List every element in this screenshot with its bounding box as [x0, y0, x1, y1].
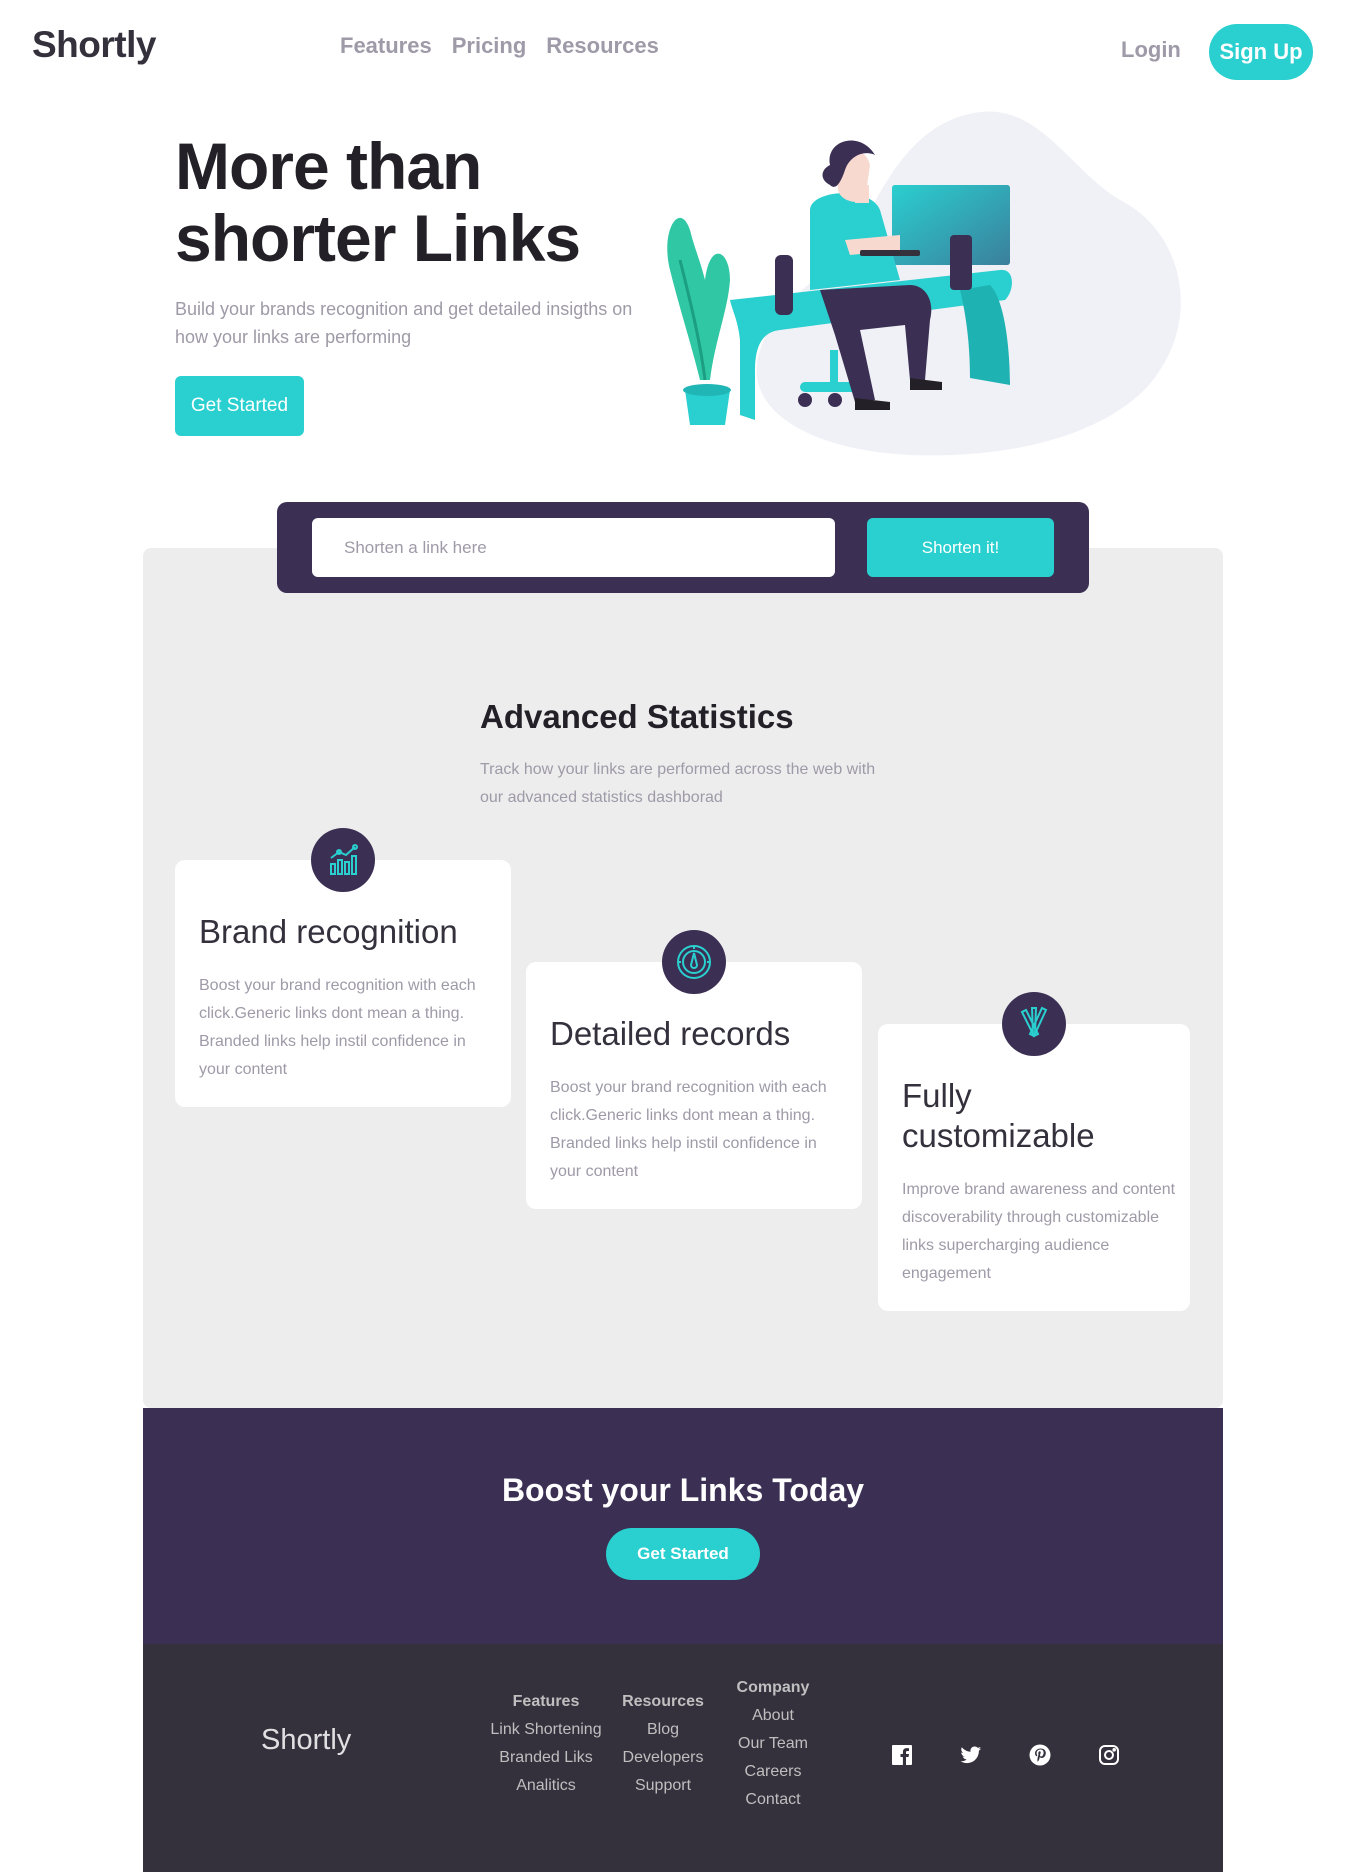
logo[interactable]: Shortly	[32, 24, 156, 66]
shorten-form: Shorten it!	[277, 502, 1089, 593]
bar-chart-icon	[311, 828, 375, 892]
twitter-icon[interactable]	[960, 1744, 982, 1766]
gauge-icon	[662, 930, 726, 994]
boost-title: Boost your Links Today	[501, 1472, 865, 1508]
tools-icon	[1002, 992, 1066, 1056]
instagram-icon[interactable]	[1098, 1744, 1120, 1766]
card-title: Detailed records	[550, 1015, 791, 1052]
main-nav: Features Pricing Resources	[340, 33, 659, 59]
hero-get-started-button[interactable]: Get Started	[175, 376, 304, 436]
card-text: Boost your brand recognition with each c…	[199, 977, 476, 1078]
social-links	[891, 1744, 1120, 1766]
footer-col-heading: Company	[736, 1679, 810, 1696]
shorten-input[interactable]	[312, 518, 835, 577]
footer-link[interactable]: About	[693, 1702, 853, 1730]
login-link[interactable]: Login	[1121, 37, 1181, 63]
boost-get-started-button[interactable]: Get Started	[606, 1528, 760, 1580]
footer-col-company: Company About Our Team Careers Contact	[693, 1674, 853, 1814]
card-title: Brand recognition	[199, 913, 458, 950]
hero-title: More than shorter Links	[175, 129, 581, 275]
feature-card-records: Detailed records Boost your brand recogn…	[526, 962, 862, 1209]
working-illustration	[667, 111, 1181, 456]
nav-resources[interactable]: Resources	[546, 33, 659, 59]
footer-logo[interactable]: Shortly	[261, 1724, 351, 1757]
signup-button[interactable]: Sign Up	[1209, 24, 1313, 80]
footer-link[interactable]: Careers	[693, 1758, 853, 1786]
card-text: Boost your brand recognition with each c…	[550, 1079, 827, 1180]
nav-features[interactable]: Features	[340, 33, 432, 59]
footer: Shortly Features Link Shortening Branded…	[143, 1644, 1223, 1872]
facebook-icon[interactable]	[891, 1744, 913, 1766]
feature-card-brand: Brand recognition Boost your brand recog…	[175, 860, 511, 1107]
nav-pricing[interactable]: Pricing	[452, 33, 527, 59]
feature-card-customizable: Fully customizable Improve brand awarene…	[878, 1024, 1190, 1311]
shorten-button[interactable]: Shorten it!	[867, 518, 1054, 577]
pinterest-icon[interactable]	[1029, 1744, 1051, 1766]
card-text: Improve brand awareness and content disc…	[902, 1181, 1176, 1282]
boost-banner: Boost your Links Today Get Started	[143, 1408, 1223, 1644]
stats-title: Advanced Statistics	[480, 698, 794, 735]
stats-subtitle: Track how your links are performed acros…	[480, 761, 876, 806]
card-title: Fully customizable	[902, 1077, 1095, 1154]
hero-subtitle: Build your brands recognition and get de…	[175, 299, 633, 347]
footer-link[interactable]: Our Team	[693, 1730, 853, 1758]
footer-link[interactable]: Contact	[693, 1786, 853, 1814]
